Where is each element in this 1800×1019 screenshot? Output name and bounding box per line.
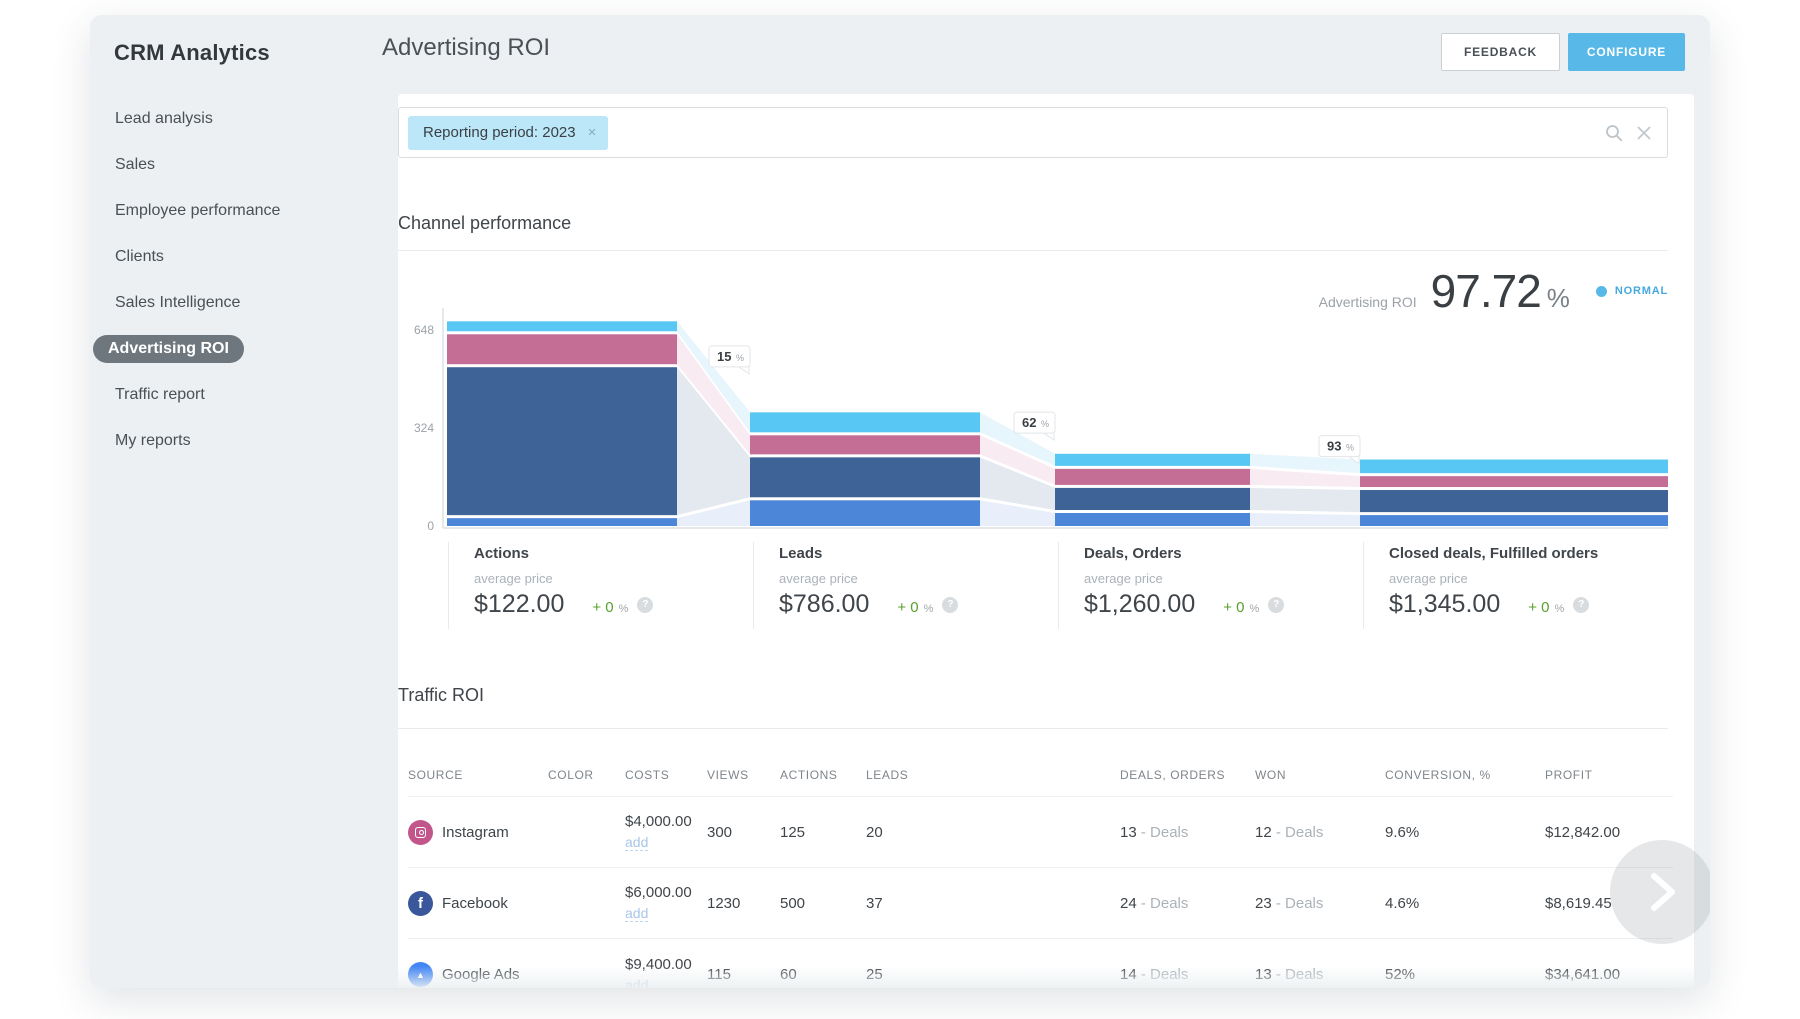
sidebar-item-advertising-roi[interactable]: Advertising ROI: [90, 326, 390, 372]
svg-text:0: 0: [427, 519, 434, 533]
filter-input[interactable]: Reporting period: 2023 ×: [398, 107, 1668, 158]
chip-close-icon[interactable]: ×: [588, 124, 597, 141]
svg-text:648: 648: [414, 323, 434, 337]
channel-performance-title: Channel performance: [398, 213, 571, 234]
stage-card-leads: Leads average price $786.00 + 0 % ?: [753, 542, 1058, 629]
search-icon[interactable]: [1605, 124, 1623, 142]
table-row-google-ads: ▲ Google Ads $9,400.00 add 115 60 25 14 …: [408, 939, 1673, 988]
col-leads: LEADS: [866, 768, 1120, 782]
col-actions: ACTIONS: [780, 768, 866, 782]
sidebar-item-employee-performance[interactable]: Employee performance: [90, 188, 390, 234]
feedback-button[interactable]: FEEDBACK: [1441, 33, 1560, 71]
col-deals-orders: DEALS, ORDERS: [1120, 768, 1255, 782]
page-title: Advertising ROI: [382, 34, 550, 62]
svg-text:324: 324: [414, 421, 434, 435]
app-brand: CRM Analytics: [114, 40, 270, 66]
help-icon[interactable]: ?: [942, 597, 958, 613]
section-divider: [398, 728, 1668, 729]
avg-price-value: $1,345.00: [1389, 590, 1500, 619]
col-won: WON: [1255, 768, 1385, 782]
svg-text:%: %: [1346, 443, 1354, 453]
page: CRM Analytics Lead analysis Sales Employ…: [0, 0, 1800, 1019]
filter-chip-reporting-period[interactable]: Reporting period: 2023 ×: [408, 116, 608, 150]
status-dot: [1596, 286, 1607, 297]
table-row-facebook: f Facebook $6,000.00 add 1230 500 37 24 …: [408, 868, 1673, 939]
scroll-next-button[interactable]: [1610, 840, 1710, 944]
clear-filter-icon[interactable]: [1635, 124, 1653, 142]
status-badge: NORMAL: [1615, 285, 1668, 297]
configure-button[interactable]: CONFIGURE: [1568, 33, 1685, 71]
sidebar-item-clients[interactable]: Clients: [90, 234, 390, 280]
stage-card-closed-deals: Closed deals, Fulfilled orders average p…: [1363, 542, 1668, 629]
active-nav-pill: Advertising ROI: [93, 335, 244, 363]
sidebar-nav: Lead analysis Sales Employee performance…: [90, 96, 390, 464]
col-views: VIEWS: [707, 768, 780, 782]
svg-text:93: 93: [1327, 439, 1341, 454]
svg-text:15: 15: [717, 349, 731, 364]
col-color: COLOR: [548, 768, 625, 782]
stage-cards: Actions average price $122.00 + 0 % ? Le…: [448, 542, 1668, 629]
app-panel: CRM Analytics Lead analysis Sales Employ…: [90, 15, 1710, 988]
sidebar-item-lead-analysis[interactable]: Lead analysis: [90, 96, 390, 142]
add-cost-link[interactable]: add: [625, 977, 648, 989]
sidebar-item-my-reports[interactable]: My reports: [90, 418, 390, 464]
col-profit: PROFIT: [1545, 768, 1663, 782]
sidebar-item-sales-intelligence[interactable]: Sales Intelligence: [90, 280, 390, 326]
avg-price-value: $122.00: [474, 590, 564, 619]
svg-text:%: %: [1041, 419, 1049, 429]
col-conversion: CONVERSION, %: [1385, 768, 1545, 782]
help-icon[interactable]: ?: [637, 597, 653, 613]
svg-text:62: 62: [1022, 415, 1036, 430]
filter-chip-label: Reporting period: 2023: [423, 124, 576, 141]
instagram-icon: [408, 820, 433, 845]
content-card: Reporting period: 2023 × Channel perform…: [398, 94, 1694, 988]
stage-card-deals-orders: Deals, Orders average price $1,260.00 + …: [1058, 542, 1363, 629]
add-cost-link[interactable]: add: [625, 834, 648, 851]
table-row-instagram: Instagram $4,000.00 add 300 125 20 13 - …: [408, 797, 1673, 868]
sidebar-item-sales[interactable]: Sales: [90, 142, 390, 188]
col-source: SOURCE: [408, 768, 548, 782]
col-costs: COSTS: [625, 768, 707, 782]
google-ads-icon: ▲: [408, 962, 433, 987]
traffic-roi-table: SOURCE COLOR COSTS VIEWS ACTIONS LEADS D…: [408, 754, 1673, 988]
chevron-right-icon: [1645, 870, 1679, 914]
facebook-icon: f: [408, 891, 433, 916]
table-header-row: SOURCE COLOR COSTS VIEWS ACTIONS LEADS D…: [408, 754, 1673, 797]
svg-text:%: %: [736, 353, 744, 363]
funnel-chart-area: 648 324 0 15% 62% 93%: [398, 300, 1668, 545]
avg-price-value: $786.00: [779, 590, 869, 619]
help-icon[interactable]: ?: [1268, 597, 1284, 613]
traffic-roi-title: Traffic ROI: [398, 685, 484, 706]
sidebar-item-traffic-report[interactable]: Traffic report: [90, 372, 390, 418]
avg-price-value: $1,260.00: [1084, 590, 1195, 619]
section-divider: [398, 250, 1668, 251]
stage-card-actions: Actions average price $122.00 + 0 % ?: [448, 542, 753, 629]
add-cost-link[interactable]: add: [625, 905, 648, 922]
help-icon[interactable]: ?: [1573, 597, 1589, 613]
funnel-chart: 648 324 0 15% 62% 93%: [398, 300, 1668, 545]
